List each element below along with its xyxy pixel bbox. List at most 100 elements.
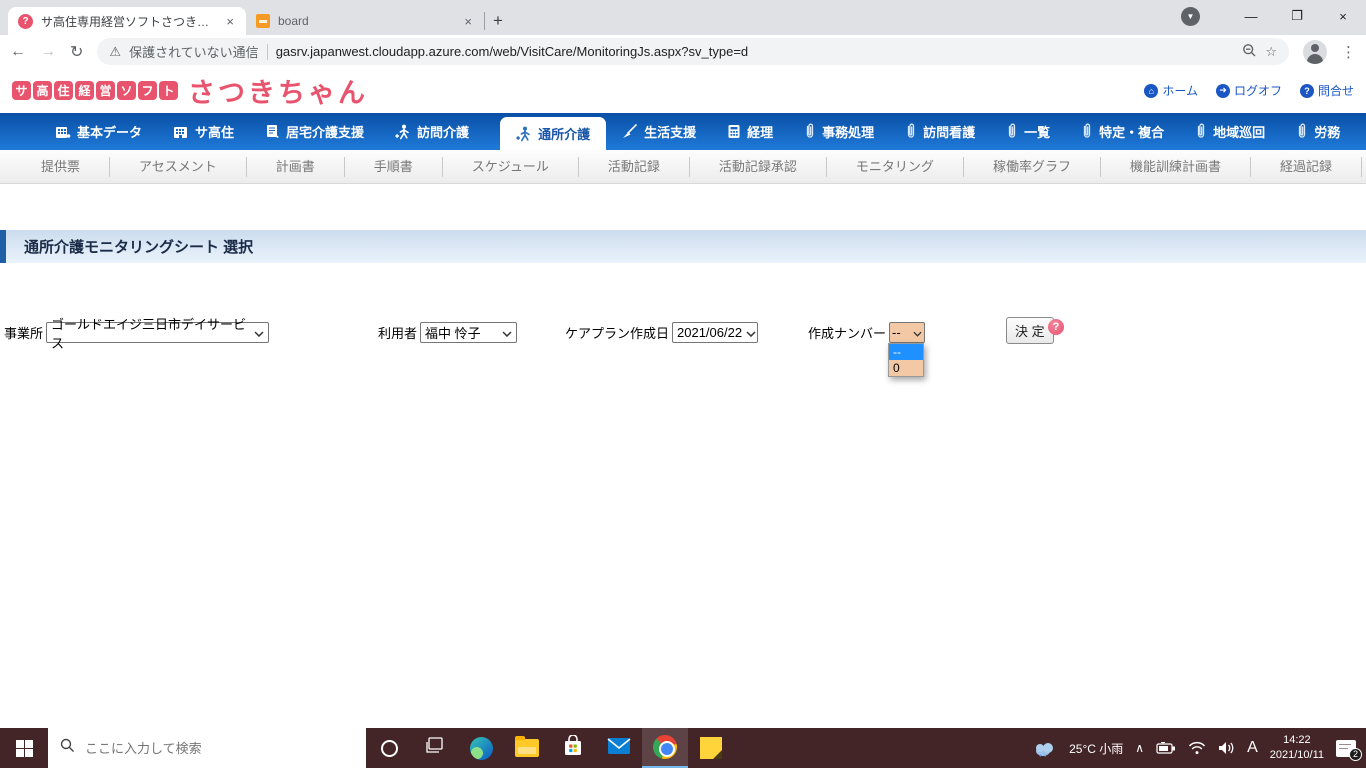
subnav-item-teikyohyo[interactable]: 提供票 <box>12 156 111 177</box>
reload-icon[interactable]: ↻ <box>70 42 83 62</box>
close-tab-icon[interactable]: × <box>462 14 474 29</box>
nav-item-tokutei-fukugo[interactable]: 特定・複合 <box>1081 113 1164 150</box>
chevron-down-icon <box>502 325 512 340</box>
subnav-item-keikakusho[interactable]: 計画書 <box>247 156 345 177</box>
profile-avatar[interactable] <box>1303 39 1327 64</box>
nav-item-tsusho-kaigo-active[interactable]: 通所介護 <box>500 117 607 150</box>
subnav-item-schedule[interactable]: スケジュール <box>443 156 579 177</box>
subnav-item-tejunsho[interactable]: 手順書 <box>345 156 443 177</box>
subnav-item-keika-kiroku[interactable]: 経過記録 <box>1251 156 1362 177</box>
tab-satsuki[interactable]: ? サ高住専用経営ソフトさつきちゃん × <box>8 7 246 35</box>
chevron-down-icon <box>746 325 756 340</box>
office-select[interactable]: ゴールドエイジ三日市デイサービス <box>46 317 270 351</box>
battery-icon[interactable] <box>1156 742 1176 754</box>
subnav-item-kadoritsu-graph[interactable]: 稼働率グラフ <box>964 156 1101 177</box>
browser-tab-strip: ? サ高住専用経営ソフトさつきちゃん × board × + ▼ — ❐ × <box>0 0 1366 35</box>
user-select[interactable]: 福中 怜子 <box>420 322 518 343</box>
close-tab-icon[interactable]: × <box>224 14 236 29</box>
weather-icon[interactable] <box>1033 740 1057 757</box>
nav-item-homon-kango[interactable]: 訪問看護 <box>905 113 975 150</box>
sticky-notes-button[interactable] <box>688 728 734 768</box>
tab-search-icon[interactable]: ▼ <box>1181 6 1200 26</box>
subnav-item-katsudo-kiroku-shonin[interactable]: 活動記録承認 <box>690 156 827 177</box>
calculator-icon <box>727 124 741 139</box>
nav-item-romu[interactable]: 労務 <box>1296 113 1340 150</box>
start-button[interactable] <box>0 728 48 768</box>
windows-logo-icon <box>15 739 33 757</box>
sticky-notes-icon <box>700 737 722 759</box>
task-view-button[interactable] <box>412 728 458 768</box>
nav-item-homon-kaigo[interactable]: 訪問介護 <box>395 113 469 150</box>
nav-item-seikatsu-shien[interactable]: 生活支援 <box>621 113 696 150</box>
inquiry-link-label: 問合せ <box>1317 84 1354 98</box>
edge-icon <box>469 736 493 760</box>
taskbar-clock[interactable]: 14:22 2021/10/11 <box>1270 733 1324 763</box>
nav-item-jimu-shori[interactable]: 事務処理 <box>804 113 874 150</box>
logo-square: ソ <box>117 81 136 100</box>
cortana-button[interactable] <box>366 728 412 768</box>
forward-icon[interactable]: → <box>40 43 56 61</box>
subnav-item-katsudo-kiroku[interactable]: 活動記録 <box>579 156 690 177</box>
minimize-button[interactable]: — <box>1228 9 1274 24</box>
logo-square: 経 <box>75 81 94 100</box>
search-input[interactable] <box>85 740 354 756</box>
subnav-item-assessment[interactable]: アセスメント <box>110 156 247 177</box>
mail-icon <box>607 737 631 760</box>
tab-board[interactable]: board × <box>246 7 484 35</box>
app-logo[interactable]: サ 高 住 経 営 ソ フ ト さつきちゃん <box>12 71 368 110</box>
logoff-link[interactable]: ➜ ログオフ <box>1215 82 1282 99</box>
chrome-taskbar-button[interactable] <box>642 728 688 768</box>
nav-item-label: 訪問介護 <box>417 125 470 140</box>
mail-button[interactable] <box>596 728 642 768</box>
nav-item-label: 通所介護 <box>538 127 591 142</box>
new-tab-button[interactable]: + <box>493 11 503 31</box>
building-icon <box>55 125 71 139</box>
inquiry-link[interactable]: ? 問合せ <box>1299 82 1354 99</box>
maximize-button[interactable]: ❐ <box>1274 8 1320 24</box>
nav-item-basic-data[interactable]: 基本データ <box>55 113 142 150</box>
document-icon <box>265 124 280 139</box>
browser-toolbar: ← → ↻ ⚠ 保護されていない通信 gasrv.japanwest.cloud… <box>0 35 1366 68</box>
careplan-date-select[interactable]: 2021/06/22 <box>672 322 759 343</box>
tab-title: サ高住専用経営ソフトさつきちゃん <box>41 14 217 29</box>
wifi-icon[interactable] <box>1188 741 1206 755</box>
browser-menu-icon[interactable]: ⋮ <box>1341 43 1356 61</box>
zoom-out-icon[interactable] <box>1242 43 1257 61</box>
weather-text[interactable]: 25°C 小雨 <box>1069 740 1123 757</box>
file-explorer-icon <box>515 736 539 757</box>
help-icon[interactable]: ? <box>1048 319 1064 335</box>
address-bar[interactable]: ⚠ 保護されていない通信 gasrv.japanwest.cloudapp.az… <box>97 38 1289 65</box>
dropdown-option-zero[interactable]: 0 <box>889 360 923 376</box>
clock-date: 2021/10/11 <box>1269 749 1324 761</box>
number-select-dropdown: -- 0 <box>888 343 924 377</box>
taskbar-search-box[interactable] <box>48 728 366 768</box>
decide-button[interactable]: 決 定 <box>1006 317 1054 344</box>
close-window-button[interactable]: × <box>1320 9 1366 24</box>
person-walking-icon <box>395 124 411 140</box>
number-select[interactable]: -- <box>889 322 926 343</box>
subnav-item-monitoring[interactable]: モニタリング <box>827 156 964 177</box>
notification-center-icon[interactable]: 2 <box>1336 739 1362 761</box>
speaker-icon[interactable] <box>1218 741 1235 755</box>
file-explorer-button[interactable] <box>504 728 550 768</box>
nav-item-ichiran[interactable]: 一覧 <box>1006 113 1050 150</box>
tray-chevron-up-icon[interactable]: ∧ <box>1135 741 1144 755</box>
dropdown-option-dash[interactable]: -- <box>889 344 923 360</box>
subnav-item-kinou-kunren[interactable]: 機能訓練計画書 <box>1101 156 1251 177</box>
bookmark-star-icon[interactable]: ☆ <box>1265 44 1277 60</box>
broom-icon <box>621 123 638 140</box>
nav-item-chiiki-junkai[interactable]: 地域巡回 <box>1195 113 1265 150</box>
microsoft-store-button[interactable] <box>550 728 596 768</box>
nav-item-keiri[interactable]: 経理 <box>727 113 773 150</box>
user-select-value: 福中 怜子 <box>425 326 481 341</box>
url-text[interactable]: gasrv.japanwest.cloudapp.azure.com/web/V… <box>276 44 1235 59</box>
nav-item-kyotaku-kaigo[interactable]: 居宅介護支援 <box>265 113 364 150</box>
security-warning-icon[interactable]: ⚠ <box>109 44 121 60</box>
nav-item-sakoju[interactable]: サ高住 <box>173 113 234 150</box>
edge-taskbar-button[interactable] <box>458 728 504 768</box>
ime-indicator[interactable]: A <box>1247 739 1258 757</box>
home-link[interactable]: ⌂ ホーム <box>1144 82 1198 99</box>
back-icon[interactable]: ← <box>10 43 26 61</box>
home-link-label: ホーム <box>1162 84 1198 98</box>
nav-item-label: 訪問看護 <box>923 125 976 140</box>
